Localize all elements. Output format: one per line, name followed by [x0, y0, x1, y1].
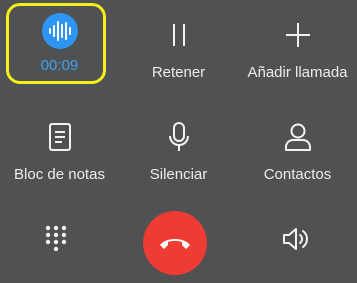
call-bottom-bar — [0, 210, 357, 275]
notepad-icon — [48, 120, 72, 154]
record-button[interactable]: 00:09 — [0, 13, 119, 75]
in-call-screen: 00:09 Retener Añadir llamada Bloc de not… — [0, 0, 357, 283]
add-call-button[interactable]: Añadir llamada — [238, 18, 357, 82]
speaker-button[interactable] — [278, 224, 314, 254]
mute-label: Silenciar — [149, 166, 208, 183]
hang-up-icon — [160, 239, 190, 249]
mute-button[interactable]: Silenciar — [119, 120, 238, 184]
end-call-button[interactable] — [143, 211, 207, 275]
plus-icon — [285, 18, 311, 52]
dialpad-icon — [45, 225, 67, 252]
contacts-button[interactable]: Contactos — [238, 120, 357, 184]
notes-label: Bloc de notas — [14, 166, 105, 183]
hold-button[interactable]: Retener — [119, 18, 238, 82]
notes-button[interactable]: Bloc de notas — [0, 120, 119, 184]
microphone-icon — [167, 120, 191, 154]
person-icon — [284, 120, 312, 154]
record-timer: 00:09 — [40, 57, 79, 74]
record-icon-wrap — [41, 13, 78, 49]
hold-label: Retener — [151, 64, 206, 81]
add-call-label: Añadir llamada — [247, 64, 348, 81]
speaker-icon — [283, 228, 308, 250]
dialpad-button[interactable] — [40, 222, 72, 256]
pause-icon — [169, 18, 189, 52]
waveform-icon — [41, 13, 78, 49]
contacts-label: Contactos — [263, 166, 332, 183]
